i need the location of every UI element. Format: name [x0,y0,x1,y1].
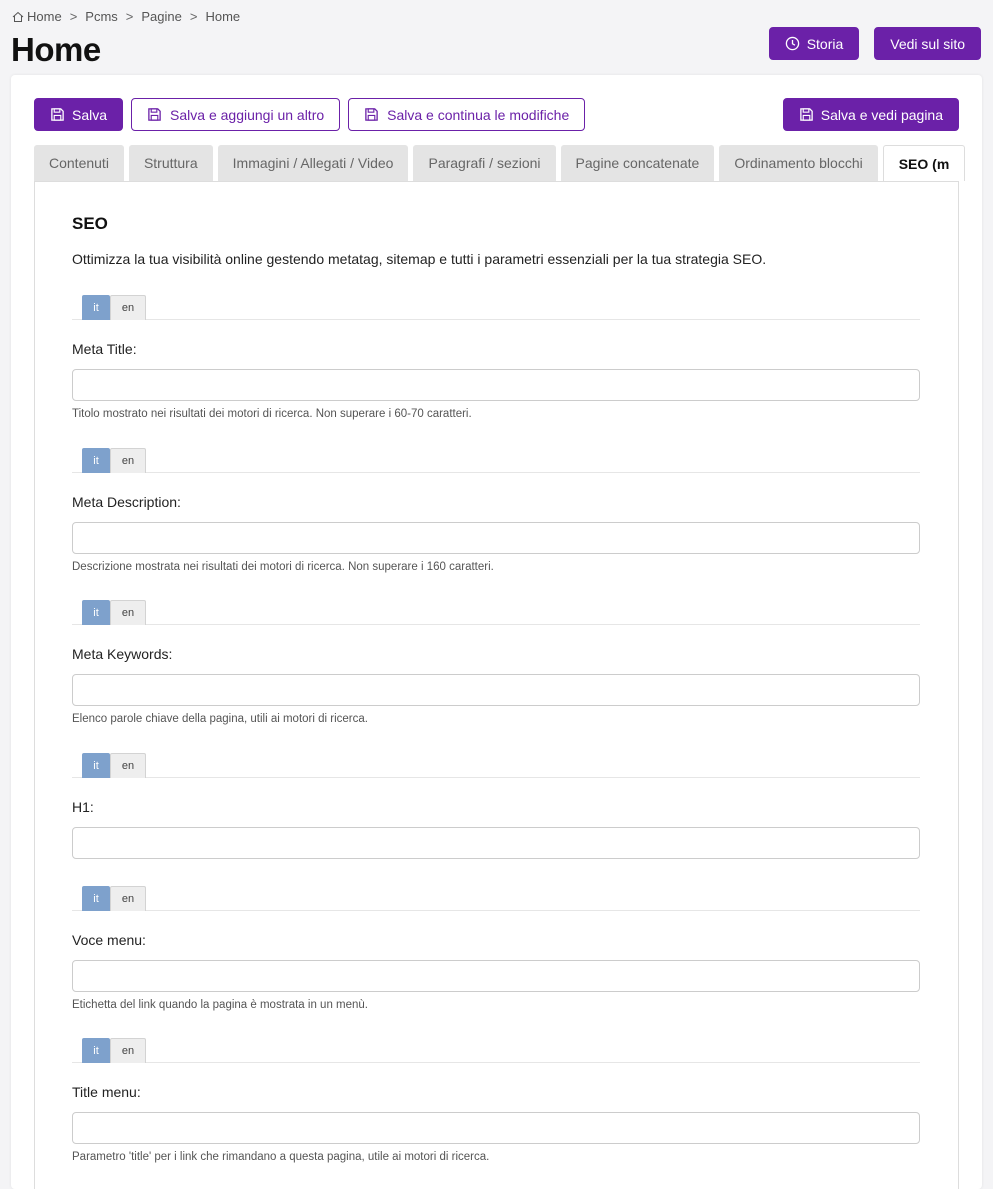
menu-label-field: it en Voce menu: Etichetta del link quan… [72,885,920,1011]
meta-keywords-input[interactable] [72,674,920,706]
language-tab-it[interactable]: it [82,295,110,320]
edit-card: Salva Salva e aggiungi un altro Salva e … [11,75,982,1189]
breadcrumb-home[interactable]: Home [27,9,62,24]
field-help-text: Titolo mostrato nei risultati dei motori… [72,408,472,420]
meta-description-field: it en Meta Description: Descrizione most… [72,447,920,573]
language-tab-en[interactable]: en [110,1038,146,1063]
page-title: Home [11,31,101,68]
h1-field: it en H1: [72,752,920,859]
field-label: Voce menu: [72,932,146,948]
language-tabs: it en [72,447,920,473]
section-title: SEO [72,214,108,233]
meta-title-field: it en Meta Title: Titolo mostrato nei ri… [72,294,920,420]
save-and-view-button-label: Salva e vedi pagina [820,106,943,123]
save-button-label: Salva [72,106,108,123]
meta-description-input[interactable] [72,522,920,554]
tab-pagine-concatenate[interactable]: Pagine concatenate [560,145,715,181]
breadcrumb-pcms[interactable]: Pcms [85,9,118,24]
breadcrumb-separator: > [189,9,198,24]
tab-struttura[interactable]: Struttura [128,145,213,181]
save-and-continue-button-label: Salva e continua le modifiche [387,106,570,123]
field-label: Meta Keywords: [72,646,173,662]
floppy-disk-icon [364,107,379,122]
language-tabs: it en [72,599,920,625]
language-tabs: it en [72,1037,920,1063]
breadcrumb-pagine[interactable]: Pagine [141,9,181,24]
tab-contenuti[interactable]: Contenuti [34,145,124,181]
menu-label-input[interactable] [72,960,920,992]
header-actions: Storia Vedi sul sito [768,27,981,60]
section-description: Ottimizza la tua visibilità online geste… [72,251,767,267]
save-toolbar: Salva Salva e aggiungi un altro Salva e … [34,98,959,131]
save-and-add-button[interactable]: Salva e aggiungi un altro [131,98,341,131]
field-label: Meta Title: [72,341,137,357]
breadcrumb: Home > Pcms > Pagine > Home [12,9,240,24]
tab-immagini-allegati-video[interactable]: Immagini / Allegati / Video [217,145,409,181]
language-tab-it[interactable]: it [82,753,110,778]
breadcrumb-separator: > [69,9,78,24]
view-site-button[interactable]: Vedi sul sito [874,27,981,60]
floppy-disk-icon [50,107,65,122]
save-and-continue-button[interactable]: Salva e continua le modifiche [348,98,586,131]
history-button[interactable]: Storia [768,27,860,60]
menu-title-input[interactable] [72,1112,920,1144]
save-and-view-button[interactable]: Salva e vedi pagina [782,98,959,131]
breadcrumb-current: Home [205,9,241,24]
language-tab-en[interactable]: en [110,448,146,473]
view-site-button-label: Vedi sul sito [890,35,965,52]
save-and-add-button-label: Salva e aggiungi un altro [170,106,325,123]
tab-ordinamento-blocchi[interactable]: Ordinamento blocchi [719,145,878,181]
field-label: Meta Description: [72,494,181,510]
tab-seo[interactable]: SEO (m [882,145,966,181]
seo-panel: SEO Ottimizza la tua visibilità online g… [34,181,959,1189]
language-tab-it[interactable]: it [82,1038,110,1063]
language-tabs: it en [72,294,920,320]
field-label: H1: [72,799,94,815]
language-tabs: it en [72,752,920,778]
language-tab-en[interactable]: en [110,753,146,778]
history-button-label: Storia [806,35,844,52]
language-tab-en[interactable]: en [110,600,146,625]
floppy-disk-icon [799,107,814,122]
language-tab-it[interactable]: it [82,448,110,473]
language-tab-en[interactable]: en [110,295,146,320]
meta-title-input[interactable] [72,369,920,401]
field-help-text: Parametro 'title' per i link che rimanda… [72,1151,490,1163]
field-label: Title menu: [72,1084,141,1100]
floppy-disk-icon [147,107,162,122]
language-tab-it[interactable]: it [82,886,110,911]
form-tabs: Contenuti Struttura Immagini / Allegati … [34,145,982,181]
field-help-text: Descrizione mostrata nei risultati dei m… [72,561,494,573]
language-tabs: it en [72,885,920,911]
tab-paragrafi-sezioni[interactable]: Paragrafi / sezioni [413,145,556,181]
field-help-text: Elenco parole chiave della pagina, utili… [72,713,368,725]
save-button[interactable]: Salva [34,98,124,131]
meta-keywords-field: it en Meta Keywords: Elenco parole chiav… [72,599,920,725]
field-help-text: Etichetta del link quando la pagina è mo… [72,999,368,1011]
home-icon [12,11,24,23]
clock-icon [785,36,800,51]
breadcrumb-separator: > [125,9,134,24]
language-tab-it[interactable]: it [82,600,110,625]
h1-input[interactable] [72,827,920,859]
language-tab-en[interactable]: en [110,886,146,911]
menu-title-field: it en Title menu: Parametro 'title' per … [72,1037,920,1163]
